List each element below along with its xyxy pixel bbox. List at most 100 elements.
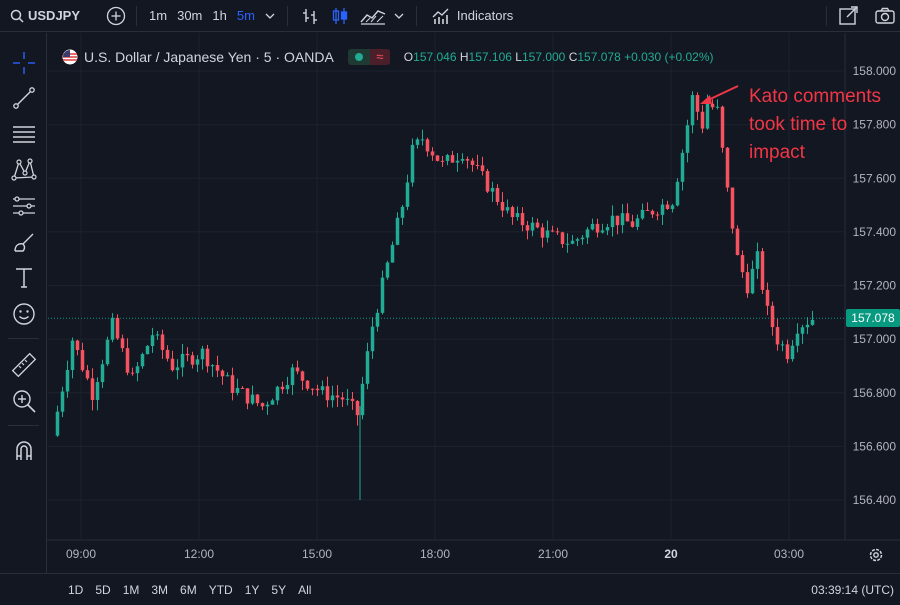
candles-button[interactable] bbox=[330, 6, 350, 26]
candle-body bbox=[100, 364, 105, 383]
candle-body bbox=[330, 395, 335, 401]
tools-divider bbox=[8, 425, 39, 426]
candle-body bbox=[275, 386, 280, 401]
crosshair-icon bbox=[13, 52, 35, 74]
price-tick-label: 156.800 bbox=[853, 386, 897, 400]
candle-body bbox=[340, 397, 345, 400]
camera-icon bbox=[875, 7, 895, 24]
area-style-button[interactable] bbox=[360, 6, 386, 26]
candle-body bbox=[735, 228, 740, 256]
candle-body bbox=[520, 213, 525, 226]
candle-body bbox=[260, 403, 265, 407]
candle-body bbox=[280, 386, 285, 390]
range-1m[interactable]: 1M bbox=[117, 583, 146, 597]
candle-body bbox=[355, 400, 360, 416]
candle-body bbox=[250, 394, 255, 404]
price-tick-label: 156.400 bbox=[853, 493, 897, 507]
candle-body bbox=[215, 365, 220, 371]
brush-tool[interactable] bbox=[10, 228, 38, 256]
bar-style-button[interactable] bbox=[300, 6, 320, 26]
emoji-tool[interactable] bbox=[10, 300, 38, 328]
range-5d[interactable]: 5D bbox=[89, 583, 116, 597]
range-all[interactable]: All bbox=[292, 583, 317, 597]
candle-body bbox=[360, 383, 365, 416]
range-3m[interactable]: 3M bbox=[145, 583, 174, 597]
chart-legend: U.S. Dollar / Japanese Yen · 5 · OANDA ≈… bbox=[62, 47, 714, 67]
interval-1h[interactable]: 1h bbox=[212, 8, 226, 23]
candle-body bbox=[705, 103, 710, 129]
candle-body bbox=[730, 187, 735, 229]
range-6m[interactable]: 6M bbox=[174, 583, 203, 597]
candle-body bbox=[440, 160, 445, 162]
annotation-arrowhead bbox=[700, 95, 712, 104]
trend-line-tool[interactable] bbox=[10, 84, 38, 112]
candle-body bbox=[685, 125, 690, 153]
candle-body bbox=[725, 147, 730, 188]
candle-body bbox=[380, 277, 385, 313]
candle-body bbox=[125, 348, 130, 373]
compare-button[interactable] bbox=[106, 6, 126, 26]
zoom-tool[interactable] bbox=[10, 387, 38, 415]
indicator-toggle-icon[interactable]: ≈ bbox=[369, 49, 390, 65]
price-tick-label: 157.600 bbox=[853, 171, 897, 185]
text-tool[interactable] bbox=[10, 264, 38, 292]
market-status-dot bbox=[347, 49, 370, 65]
candle-body bbox=[165, 349, 170, 359]
high-label: H bbox=[459, 50, 469, 64]
snapshot-button[interactable] bbox=[874, 5, 896, 27]
symbol-label: USDJPY bbox=[28, 8, 81, 23]
candle-body bbox=[140, 354, 145, 367]
magnet-tool[interactable] bbox=[10, 437, 38, 465]
divider bbox=[415, 5, 417, 26]
area-chart-icon bbox=[360, 9, 386, 25]
candle-body bbox=[290, 367, 295, 386]
range-1d[interactable]: 1D bbox=[62, 583, 89, 597]
candle-body bbox=[465, 159, 470, 161]
range-5y[interactable]: 5Y bbox=[265, 583, 292, 597]
range-1y[interactable]: 1Y bbox=[239, 583, 266, 597]
interval-1m[interactable]: 1m bbox=[149, 8, 167, 23]
interval-30m[interactable]: 30m bbox=[177, 8, 202, 23]
candles-icon bbox=[332, 7, 348, 24]
symbol-search[interactable]: USDJPY bbox=[10, 8, 80, 23]
settings-gear-icon[interactable] bbox=[867, 546, 885, 564]
measure-tool[interactable] bbox=[10, 351, 38, 379]
candle-body bbox=[690, 95, 695, 126]
candle-body bbox=[205, 348, 210, 367]
candle-body bbox=[335, 395, 340, 398]
candle-body bbox=[765, 289, 770, 306]
indicators-button[interactable]: Indicators bbox=[431, 6, 513, 26]
utc-clock[interactable]: 03:39:14 (UTC) bbox=[811, 583, 894, 597]
candle-body bbox=[760, 251, 765, 290]
candle-body bbox=[435, 155, 440, 161]
candle-body bbox=[195, 359, 200, 365]
candle-body bbox=[710, 103, 715, 108]
time-tick-label: 18:00 bbox=[420, 547, 450, 561]
candle-body bbox=[715, 106, 720, 108]
candle-body bbox=[610, 215, 615, 228]
annotation-text[interactable]: Kato comments took time to impact bbox=[749, 83, 899, 167]
candle-body bbox=[740, 255, 745, 273]
range-ytd[interactable]: YTD bbox=[203, 583, 239, 597]
ruler-icon bbox=[11, 352, 37, 378]
candle-body bbox=[210, 365, 215, 367]
chart-type-dropdown[interactable] bbox=[394, 11, 404, 21]
candle-body bbox=[200, 348, 205, 360]
forecast-tool[interactable] bbox=[10, 192, 38, 220]
bars-icon bbox=[302, 8, 317, 24]
legend-title[interactable]: U.S. Dollar / Japanese Yen · 5 · OANDA bbox=[84, 49, 334, 65]
fib-tool[interactable] bbox=[10, 120, 38, 148]
candle-body bbox=[325, 386, 330, 401]
candle-body bbox=[805, 324, 810, 328]
candle-body bbox=[525, 225, 530, 231]
crosshair-tool[interactable] bbox=[10, 49, 38, 77]
interval-5m[interactable]: 5m bbox=[237, 8, 255, 23]
candle-body bbox=[575, 239, 580, 241]
fullscreen-button[interactable] bbox=[838, 5, 860, 27]
candle-body bbox=[785, 344, 790, 360]
candle-body bbox=[60, 391, 65, 412]
bottom-toolbar: 1D 5D 1M 3M 6M YTD 1Y 5Y All 03:39:14 (U… bbox=[0, 573, 900, 605]
candle-body bbox=[155, 334, 160, 336]
interval-dropdown[interactable] bbox=[265, 11, 275, 21]
pattern-tool[interactable] bbox=[10, 156, 38, 184]
